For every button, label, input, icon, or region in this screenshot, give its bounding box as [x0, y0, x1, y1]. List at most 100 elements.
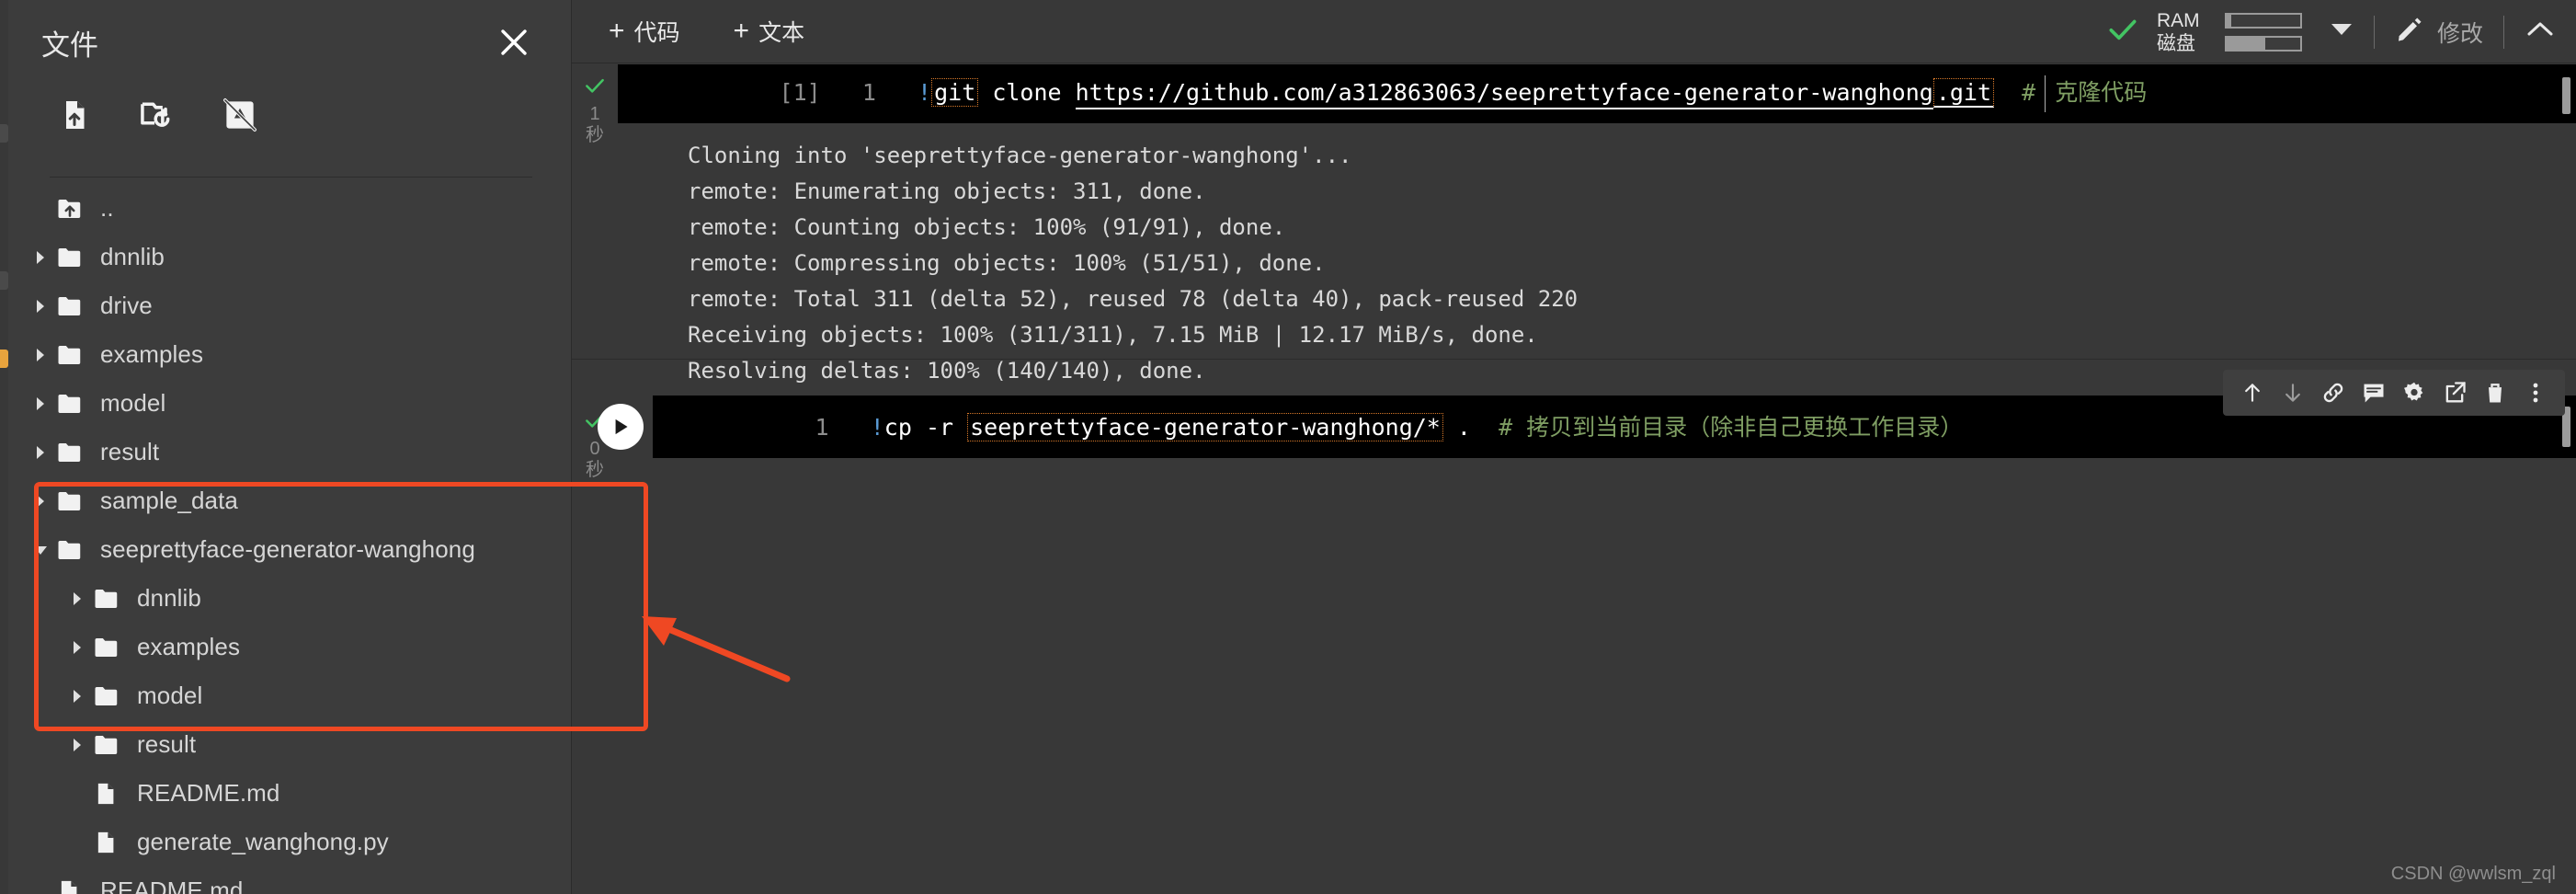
move-cell-up-icon[interactable]	[2232, 372, 2273, 413]
cell-1-code-mid: clone	[978, 79, 1076, 106]
file-browser-panel: 文件 .. dnnlib drive examples model result…	[8, 0, 648, 894]
file-tree-label: ..	[100, 194, 114, 222]
output-line: remote: Compressing objects: 100% (51/51…	[688, 250, 1326, 276]
edit-label: 修改	[2436, 20, 2483, 47]
file-panel-title: 文件	[41, 29, 98, 62]
more-vert-icon[interactable]	[2515, 372, 2556, 413]
cell-2-runtime: 0秒	[586, 439, 604, 480]
notebook-area: + 代码 + 文本 RAM 磁盘 修改 1 秒 [1] 1 ! git clon…	[572, 0, 2576, 894]
add-text-cell-button[interactable]: + 文本	[717, 9, 822, 53]
chevron-right-icon[interactable]	[25, 347, 56, 363]
cell-1-runtime: 1秒	[586, 104, 604, 145]
trash-icon[interactable]	[2475, 372, 2515, 413]
file-tree-file[interactable]: README.md	[8, 866, 572, 894]
file-tree-label: model	[100, 389, 166, 417]
file-tree-folder[interactable]: examples	[8, 330, 572, 379]
file-tree-label: README.md	[100, 877, 244, 894]
file-tree-folder[interactable]: seeprettyface-generator-wanghong	[8, 525, 572, 574]
cell-2-bang: !	[870, 413, 884, 441]
chevron-right-icon[interactable]	[62, 639, 93, 656]
colab-window: 文件 .. dnnlib drive examples model result…	[0, 0, 2576, 894]
chevron-right-icon[interactable]	[25, 249, 56, 266]
rail-tab-indicator-top[interactable]	[0, 124, 8, 143]
chevron-right-icon[interactable]	[25, 444, 56, 461]
file-tree-file[interactable]: generate_wanghong.py	[8, 818, 572, 866]
chevron-right-icon[interactable]	[25, 298, 56, 315]
folder-icon	[56, 341, 93, 369]
check-icon	[583, 74, 607, 102]
file-icon	[56, 878, 93, 894]
rail-tab-indicator-mid[interactable]	[0, 271, 8, 290]
comment-icon[interactable]	[2354, 372, 2394, 413]
chevron-down-icon[interactable]	[25, 543, 56, 557]
file-tree-folder[interactable]: dnnlib	[8, 574, 572, 623]
file-tree-folder[interactable]: dnnlib	[8, 233, 572, 281]
file-tree-label: examples	[137, 633, 241, 660]
chevron-right-icon[interactable]	[62, 590, 93, 607]
mount-drive-disabled-icon[interactable]	[220, 95, 260, 135]
refresh-folder-icon[interactable]	[137, 95, 177, 135]
file-panel-header: 文件	[8, 0, 571, 72]
cell-1-scroll-thumb[interactable]	[2562, 77, 2570, 114]
file-tree-folder[interactable]: ..	[8, 184, 572, 233]
resource-usage-indicator[interactable]: RAM 磁盘	[2105, 11, 2374, 53]
disk-label: 磁盘	[2156, 32, 2195, 54]
output-line: Receiving objects: 100% (311/311), 7.15 …	[688, 322, 1538, 348]
file-tree-file[interactable]: README.md	[8, 769, 572, 818]
open-in-new-icon[interactable]	[2434, 372, 2475, 413]
play-icon[interactable]	[598, 404, 644, 450]
file-tree-label: model	[137, 682, 203, 709]
edit-button[interactable]: 修改	[2375, 15, 2503, 49]
cell-1-url[interactable]: https://github.com/a312863063/seeprettyf…	[1075, 79, 1933, 109]
chevron-right-icon[interactable]	[25, 493, 56, 510]
chevron-up-icon[interactable]	[2504, 20, 2576, 43]
rail-tab-indicator-active[interactable]	[0, 350, 8, 368]
add-code-cell-button[interactable]: + 代码	[592, 9, 697, 53]
arrow-left-icon	[642, 616, 791, 682]
code-cell-2: 0秒 1 !cp -r seeprettyface-generator-wang…	[572, 370, 2576, 487]
code-cell-1: 1秒 [1] 1 ! git clone https://github.com/a…	[572, 64, 2576, 384]
gear-icon[interactable]	[2394, 372, 2434, 413]
file-tree-folder[interactable]: result	[8, 720, 572, 769]
pencil-icon	[2395, 15, 2424, 49]
file-tree-folder[interactable]: result	[8, 428, 572, 476]
file-tree-folder[interactable]: model	[8, 379, 572, 428]
file-tree-label: result	[137, 730, 197, 758]
cell-1-separator	[572, 359, 2576, 360]
file-tree-folder[interactable]: drive	[8, 281, 572, 330]
output-line: remote: Counting objects: 100% (91/91), …	[688, 214, 1286, 240]
folder-icon	[56, 439, 93, 466]
upload-file-icon[interactable]	[54, 95, 95, 135]
cell-2-code-post: .	[1442, 413, 1471, 441]
cell-2-code-pre: cp -r	[883, 413, 968, 441]
chevron-right-icon[interactable]	[25, 395, 56, 412]
close-icon[interactable]	[494, 22, 534, 63]
left-rail	[0, 0, 8, 894]
file-icon	[93, 781, 130, 807]
file-tree-folder[interactable]: sample_data	[8, 476, 572, 525]
file-tree-folder[interactable]: model	[8, 671, 572, 720]
file-tree-label: generate_wanghong.py	[137, 828, 389, 855]
check-icon	[2105, 12, 2140, 52]
chevron-right-icon[interactable]	[62, 737, 93, 753]
folder-icon	[56, 244, 93, 271]
chevron-right-icon[interactable]	[62, 688, 93, 705]
parent-folder-icon	[56, 195, 93, 223]
cell-2-comment: 拷贝到当前目录（除非自己更换工作目录）	[1526, 413, 1964, 441]
output-line: remote: Total 311 (delta 52), reused 78 …	[688, 286, 1579, 312]
cell-1-url-ext: .git	[1932, 78, 1995, 108]
cell-1-code[interactable]: [1] 1 ! git clone https://github.com/a312…	[618, 64, 2576, 123]
move-cell-down-icon[interactable]	[2273, 372, 2313, 413]
file-tree-folder[interactable]: examples	[8, 623, 572, 671]
file-tree-label: result	[100, 438, 160, 465]
folder-icon	[93, 585, 130, 613]
folder-icon	[56, 536, 93, 564]
chevron-down-icon[interactable]	[2330, 21, 2354, 42]
link-icon[interactable]	[2313, 372, 2354, 413]
cell-1-comment-hash: #	[2022, 79, 2036, 106]
file-tree-label: seeprettyface-generator-wanghong	[100, 535, 475, 563]
file-icon	[93, 830, 130, 855]
file-tree-label: drive	[100, 292, 153, 319]
cell-1-token-git: git	[931, 78, 979, 107]
cell-1-exec-count: [1]	[779, 79, 821, 106]
